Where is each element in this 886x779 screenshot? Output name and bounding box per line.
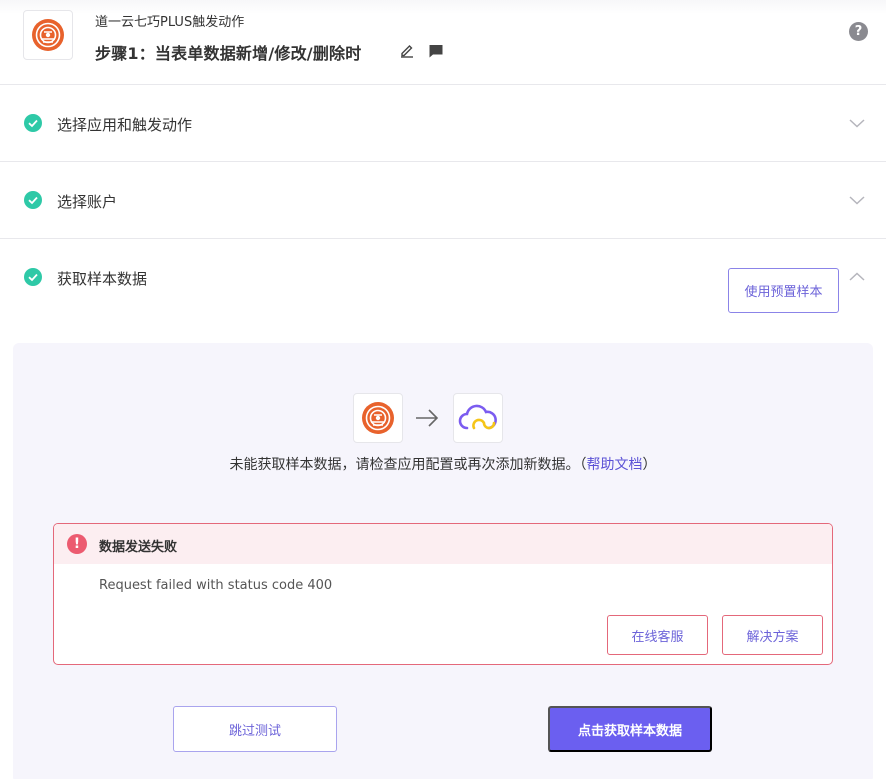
check-circle-icon <box>24 191 42 209</box>
error-alert: ! 数据发送失败 Request failed with status code… <box>53 523 833 665</box>
error-header: ! 数据发送失败 <box>54 524 832 564</box>
exclamation-circle-icon: ! <box>67 534 87 554</box>
arrow-right-icon <box>416 409 439 427</box>
sample-notice: 未能获取样本数据，请检查应用配置或再次添加新数据。（帮助文档） <box>0 454 886 474</box>
use-preset-sample-button[interactable]: 使用预置样本 <box>728 268 839 313</box>
check-circle-icon <box>24 114 42 132</box>
app-logo <box>23 10 73 60</box>
chevron-up-icon[interactable] <box>848 268 866 286</box>
section-label: 选择账户 <box>57 193 118 211</box>
section-select-account[interactable]: 选择账户 <box>0 162 886 239</box>
fetch-sample-button[interactable]: 点击获取样本数据 <box>548 706 712 752</box>
help-doc-link[interactable]: 帮助文档 <box>587 457 643 473</box>
online-support-button[interactable]: 在线客服 <box>607 615 708 655</box>
notice-text: 未能获取样本数据，请检查应用配置或再次添加新数据。（ <box>229 457 587 473</box>
cloud-logo-icon <box>458 404 497 430</box>
section-select-app[interactable]: 选择应用和触发动作 <box>0 85 886 162</box>
check-circle-icon <box>24 268 42 286</box>
notice-end: ） <box>642 457 657 473</box>
solution-button[interactable]: 解决方案 <box>722 615 823 655</box>
edit-icon[interactable] <box>399 42 415 58</box>
chevron-down-icon[interactable] <box>848 191 866 209</box>
comment-icon[interactable] <box>428 43 444 59</box>
source-app-logo <box>353 393 403 443</box>
error-title: 数据发送失败 <box>99 540 178 555</box>
step-title: 步骤1：当表单数据新增/修改/删除时 <box>95 44 362 63</box>
step-header: 道一云七巧PLUS触发动作 步骤1：当表单数据新增/修改/删除时 ? <box>0 0 886 85</box>
error-message: Request failed with status code 400 <box>99 578 333 593</box>
section-label: 获取样本数据 <box>57 270 148 288</box>
platform-logo <box>453 393 503 443</box>
daoyiyun-logo-icon <box>32 19 64 51</box>
app-name: 道一云七巧PLUS触发动作 <box>95 15 245 30</box>
skip-test-button[interactable]: 跳过测试 <box>173 706 337 752</box>
daoyiyun-logo-icon <box>362 402 394 434</box>
section-label: 选择应用和触发动作 <box>57 116 193 134</box>
help-icon[interactable]: ? <box>849 22 868 41</box>
chevron-down-icon[interactable] <box>848 114 866 132</box>
